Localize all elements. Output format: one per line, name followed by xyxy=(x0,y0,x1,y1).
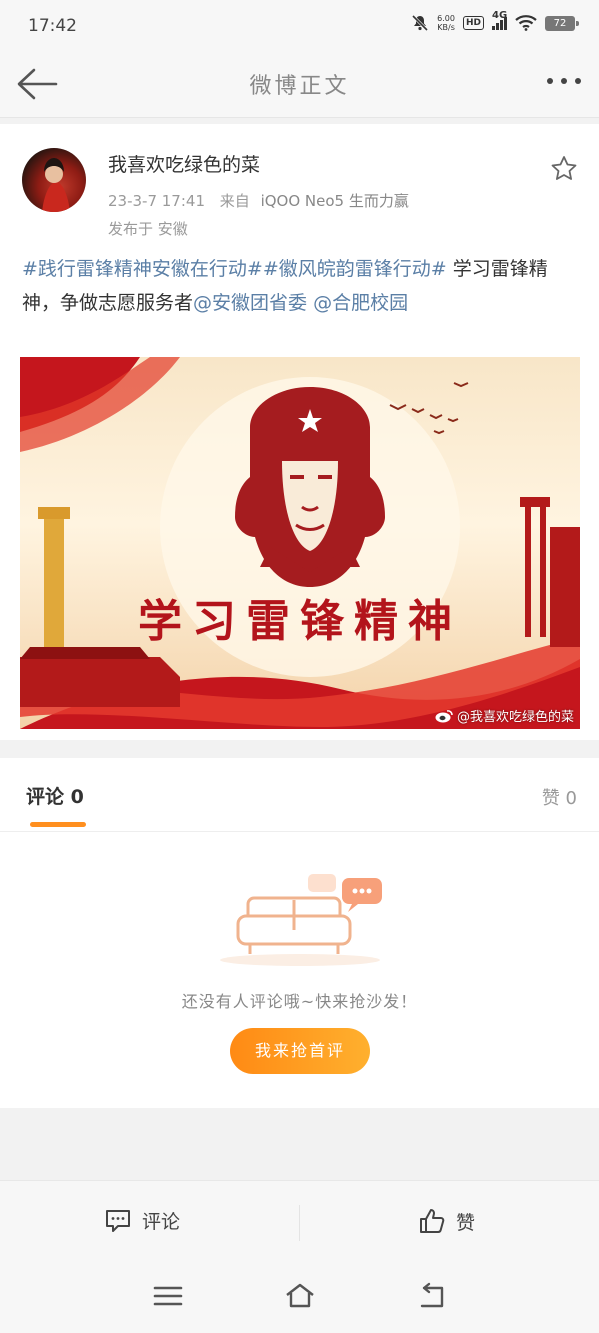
top-nav-bar: 微博正文 xyxy=(0,52,599,118)
image-headline: 学习雷锋精神 xyxy=(138,596,462,647)
like-action-label: 赞 xyxy=(456,1211,476,1234)
like-action-button[interactable]: 赞 xyxy=(418,1207,475,1235)
status-bar: 17:42 6.00 KB/s HD 4G 72 xyxy=(0,0,599,52)
mute-icon xyxy=(412,14,429,32)
signal-icon: 4G xyxy=(492,10,507,30)
avatar-image xyxy=(42,158,70,212)
status-icons: 6.00 KB/s HD 4G 72 xyxy=(411,10,579,32)
more-options-icon[interactable] xyxy=(547,78,581,84)
hd-badge: HD xyxy=(462,16,484,30)
wifi-icon xyxy=(515,15,537,31)
sofa-illustration-icon xyxy=(220,874,382,966)
system-nav-bar xyxy=(0,1264,599,1333)
first-comment-button[interactable]: 我来抢首评 xyxy=(230,1028,370,1074)
post-time: 23-3-7 17:41 xyxy=(108,192,205,210)
status-time: 17:42 xyxy=(28,16,77,36)
thumbs-up-icon xyxy=(420,1209,445,1233)
comment-action-button[interactable]: 评论 xyxy=(104,1207,180,1234)
menu-icon[interactable] xyxy=(152,1282,184,1310)
post-author-name[interactable]: 我喜欢吃绿色的菜 xyxy=(108,150,260,177)
empty-comments-panel: 还没有人评论哦~快来抢沙发！ 我来抢首评 xyxy=(0,832,599,1108)
post-content: #践行雷锋精神安徽在行动##徽风皖韵雷锋行动# 学习雷锋精神，争做志愿服务者@安… xyxy=(22,252,582,320)
weibo-logo-icon xyxy=(435,709,453,722)
tab-likes[interactable]: 赞 0 xyxy=(542,784,577,810)
post-location: 发布于 安徽 xyxy=(108,220,188,238)
avatar[interactable] xyxy=(22,148,86,212)
comment-icon xyxy=(106,1209,130,1232)
hashtag-link[interactable]: #践行雷锋精神安徽在行动# xyxy=(22,258,263,280)
comment-action-label: 评论 xyxy=(142,1211,181,1233)
tab-comments[interactable]: 评论 0 xyxy=(26,782,84,809)
post-image[interactable]: 学习雷锋精神 @我喜欢吃绿色的菜 xyxy=(20,357,580,729)
action-divider xyxy=(299,1205,300,1241)
bottom-action-bar: 评论 赞 xyxy=(0,1180,599,1264)
post-meta: 23-3-7 17:41 来自 iQOO Neo5 生而力赢 xyxy=(108,190,409,211)
post-source[interactable]: iQOO Neo5 生而力赢 xyxy=(261,192,409,210)
active-tab-indicator xyxy=(30,822,86,827)
home-icon[interactable] xyxy=(284,1282,316,1310)
mention-link[interactable]: @合肥校园 xyxy=(313,292,408,314)
favorite-star-icon[interactable] xyxy=(549,154,579,184)
mention-link[interactable]: @安徽团省委 xyxy=(193,292,307,314)
post-source-prefix: 来自 xyxy=(219,192,250,210)
network-speed: 6.00 KB/s xyxy=(437,14,455,32)
post-image-artwork xyxy=(20,357,580,729)
battery-indicator: 72 xyxy=(545,15,579,31)
comment-like-tabs: 评论 0 赞 0 xyxy=(0,758,599,832)
empty-comments-message: 还没有人评论哦~快来抢沙发！ xyxy=(181,992,418,1011)
back-nav-icon[interactable] xyxy=(416,1282,448,1310)
weibo-post-page: 17:42 6.00 KB/s HD 4G 72 微博正文 我喜欢吃绿色的菜 2… xyxy=(0,0,599,1333)
page-title: 微博正文 xyxy=(249,74,350,99)
hashtag-link[interactable]: #徽风皖韵雷锋行动# xyxy=(263,258,447,280)
image-watermark: @我喜欢吃绿色的菜 xyxy=(435,706,574,725)
post-card: 我喜欢吃绿色的菜 23-3-7 17:41 来自 iQOO Neo5 生而力赢 … xyxy=(0,124,599,740)
